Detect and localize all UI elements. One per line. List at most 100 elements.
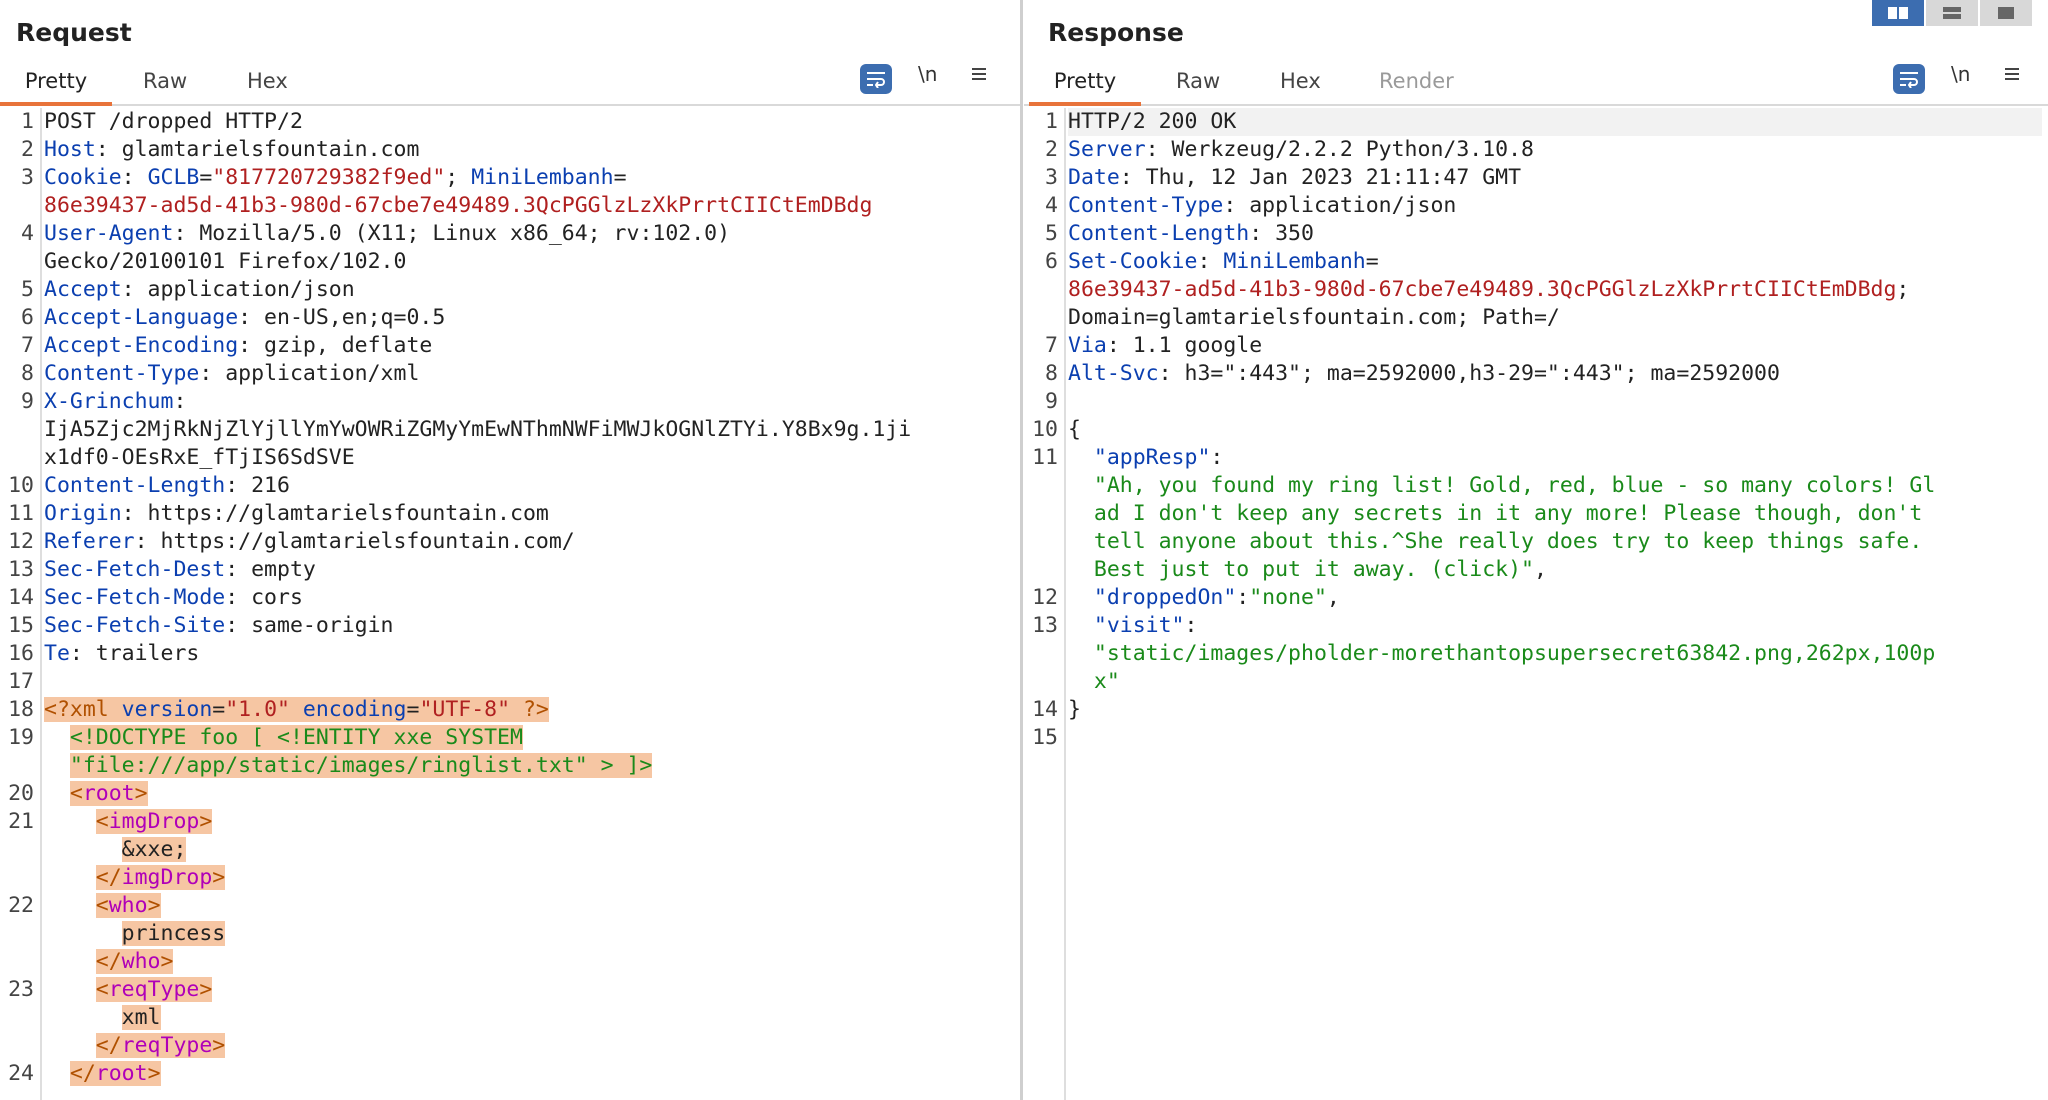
code-token: >	[212, 1033, 226, 1058]
code-token: x1df0-OEsRxE_fTjIS6SdSVE	[44, 445, 355, 470]
code-line[interactable]: 24 </root>	[8, 1060, 1014, 1088]
hamburger-icon	[2005, 68, 2019, 80]
code-token: : empty	[225, 557, 316, 582]
line-number: 9	[21, 389, 34, 414]
word-wrap-button[interactable]	[1893, 64, 1925, 94]
code-line[interactable]: 3 Date: Thu, 12 Jan 2023 21:11:47 GMT	[1045, 164, 2042, 192]
code-token: ad I don't keep any secrets in it any mo…	[1093, 501, 1923, 526]
tab-hex[interactable]: Hex	[247, 68, 288, 102]
line-number: 17	[8, 669, 34, 694]
code-line[interactable]: 14 Sec-Fetch-Mode: cors	[8, 584, 1014, 612]
code-token: >	[212, 865, 226, 890]
code-line[interactable]: 13 Sec-Fetch-Dest: empty	[8, 556, 1014, 584]
code-line[interactable]: 7 Accept-Encoding: gzip, deflate	[21, 332, 1014, 360]
code-line[interactable]: </who>	[44, 948, 1014, 976]
layout-rows-button[interactable]	[1926, 0, 1978, 26]
code-token: {	[1068, 417, 1081, 442]
code-line[interactable]: 1 POST /dropped HTTP/2	[21, 108, 1014, 136]
code-line[interactable]: Domain=glamtarielsfountain.com; Path=/	[1068, 304, 2042, 332]
tab-raw[interactable]: Raw	[1176, 68, 1220, 102]
code-line[interactable]: 6 Accept-Language: en-US,en;q=0.5	[21, 304, 1014, 332]
tab-hex[interactable]: Hex	[1280, 68, 1321, 102]
code-line[interactable]: 1 HTTP/2 200 OK	[1045, 108, 2042, 136]
code-line[interactable]: "Ah, you found my ring list! Gold, red, …	[1068, 472, 2042, 500]
word-wrap-button[interactable]	[860, 64, 892, 94]
code-line[interactable]: princess	[44, 920, 1014, 948]
code-token: : gzip, deflate	[238, 333, 433, 358]
code-line[interactable]: 9	[1045, 388, 2042, 416]
code-line[interactable]: 9 X-Grinchum:	[21, 388, 1014, 416]
code-line[interactable]: x"	[1068, 668, 2042, 696]
code-line[interactable]: 11 Origin: https://glamtarielsfountain.co…	[8, 500, 1014, 528]
code-line[interactable]: "static/images/pholder-morethantopsupers…	[1068, 640, 2042, 668]
code-line[interactable]: 8 Content-Type: application/xml	[21, 360, 1014, 388]
code-line[interactable]: 86e39437-ad5d-41b3-980d-67cbe7e49489.3Qc…	[1068, 276, 2042, 304]
code-line[interactable]: 23 <reqType>	[8, 976, 1014, 1004]
tab-render[interactable]: Render	[1379, 68, 1454, 102]
code-line[interactable]: 17	[8, 668, 1014, 696]
code-line[interactable]: 18 <?xml version="1.0" encoding="UTF-8" ?…	[8, 696, 1014, 724]
code-line[interactable]: 7 Via: 1.1 google	[1045, 332, 2042, 360]
layout-tabs-button[interactable]	[1980, 0, 2032, 26]
code-token: : application/xml	[199, 361, 420, 386]
word-wrap-icon	[867, 72, 885, 88]
code-line[interactable]: 2 Server: Werkzeug/2.2.2 Python/3.10.8	[1045, 136, 2042, 164]
code-line[interactable]: "file:///app/static/images/ringlist.txt"…	[44, 752, 1014, 780]
menu-button[interactable]	[970, 64, 988, 94]
code-line[interactable]: 13 "visit":	[1032, 612, 2042, 640]
code-line[interactable]: 10 Content-Length: 216	[8, 472, 1014, 500]
code-line[interactable]: x1df0-OEsRxE_fTjIS6SdSVE	[44, 444, 1014, 472]
code-line[interactable]: 5 Content-Length: 350	[1045, 220, 2042, 248]
response-code[interactable]: 1 HTTP/2 200 OK 2 Server: Werkzeug/2.2.2 Py…	[1032, 108, 2042, 752]
code-line[interactable]: 4 Content-Type: application/json	[1045, 192, 2042, 220]
code-line[interactable]: 22 <who>	[8, 892, 1014, 920]
code-line[interactable]: 86e39437-ad5d-41b3-980d-67cbe7e49489.3Qc…	[44, 192, 1014, 220]
code-line[interactable]: 11 "appResp":	[1032, 444, 2042, 472]
code-line[interactable]: ad I don't keep any secrets in it any mo…	[1068, 500, 2042, 528]
layout-split-button[interactable]	[1872, 0, 1924, 26]
code-token: IjA5Zjc2MjRkNjZlYjllYmYwOWRiZGMyYmEwNThm…	[44, 417, 912, 442]
response-editor[interactable]: 1 HTTP/2 200 OK 2 Server: Werkzeug/2.2.2 Py…	[1024, 108, 2048, 1100]
code-token: Server	[1068, 137, 1146, 162]
code-line[interactable]: 2 Host: glamtarielsfountain.com	[21, 136, 1014, 164]
code-line[interactable]: xml	[44, 1004, 1014, 1032]
show-newlines-button[interactable]: \n	[1951, 62, 1970, 92]
code-line[interactable]: tell anyone about this.^She really does …	[1068, 528, 2042, 556]
code-line[interactable]: 4 User-Agent: Mozilla/5.0 (X11; Linux x86…	[21, 220, 1014, 248]
code-line[interactable]: </imgDrop>	[44, 864, 1014, 892]
code-line[interactable]: 10 {	[1032, 416, 2042, 444]
request-editor[interactable]: 1 POST /dropped HTTP/2 2 Host: glamtarielsf…	[0, 108, 1020, 1100]
request-code[interactable]: 1 POST /dropped HTTP/2 2 Host: glamtarielsf…	[8, 108, 1014, 1088]
code-line[interactable]: 19 <!DOCTYPE foo [ <!ENTITY xxe SYSTEM	[8, 724, 1014, 752]
tab-raw[interactable]: Raw	[143, 68, 187, 102]
code-line[interactable]: 15	[1032, 724, 2042, 752]
show-newlines-button[interactable]: \n	[918, 62, 937, 92]
code-line[interactable]: 6 Set-Cookie: MiniLembanh=	[1045, 248, 2042, 276]
code-line[interactable]: 21 <imgDrop>	[8, 808, 1014, 836]
code-line[interactable]: &xxe;	[44, 836, 1014, 864]
code-line[interactable]: 5 Accept: application/json	[21, 276, 1014, 304]
code-line[interactable]: 12 Referer: https://glamtarielsfountain.c…	[8, 528, 1014, 556]
code-token: =	[199, 165, 213, 190]
code-line[interactable]: IjA5Zjc2MjRkNjZlYjllYmYwOWRiZGMyYmEwNThm…	[44, 416, 1014, 444]
code-token: Cookie	[44, 165, 122, 190]
menu-button[interactable]	[2003, 64, 2021, 94]
code-line[interactable]: 16 Te: trailers	[8, 640, 1014, 668]
line-number: 19	[8, 725, 34, 750]
code-token: User-Agent	[44, 221, 174, 246]
code-token: HTTP/2 200 OK	[1068, 109, 1237, 134]
code-line[interactable]: 3 Cookie: GCLB="817720729382f9ed"; MiniLe…	[21, 164, 1014, 192]
code-line[interactable]: Best just to put it away. (click)",	[1068, 556, 2042, 584]
line-number: 6	[21, 305, 34, 330]
code-line[interactable]: 15 Sec-Fetch-Site: same-origin	[8, 612, 1014, 640]
code-line[interactable]: Gecko/20100101 Firefox/102.0	[44, 248, 1014, 276]
code-line[interactable]: 8 Alt-Svc: h3=":443"; ma=2592000,h3-29=":…	[1045, 360, 2042, 388]
tab-pretty[interactable]: Pretty	[1029, 68, 1141, 106]
code-line[interactable]: 14}	[1032, 696, 2042, 724]
code-line[interactable]: </reqType>	[44, 1032, 1014, 1060]
pane-divider[interactable]	[1020, 0, 1023, 1100]
code-line[interactable]: 20 <root>	[8, 780, 1014, 808]
tab-pretty[interactable]: Pretty	[0, 68, 112, 106]
code-line[interactable]: 12 "droppedOn":"none",	[1032, 584, 2042, 612]
